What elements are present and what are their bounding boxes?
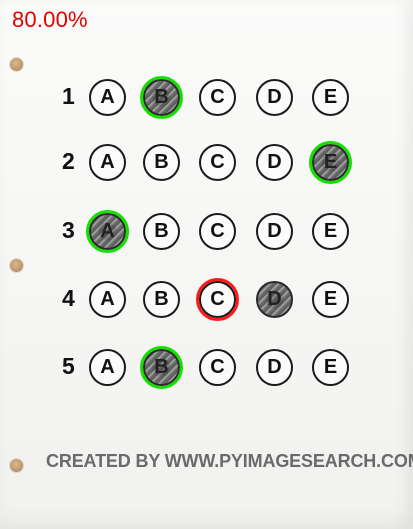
footer-credit: CREATED BY WWW.PYIMAGESEARCH.COM xyxy=(46,451,413,471)
question-number: 5 xyxy=(62,353,75,379)
answer-bubble-a: A xyxy=(89,213,126,250)
bubble-letter: B xyxy=(154,86,169,108)
score-label: 80.00% xyxy=(12,7,88,32)
bubble-letter: C xyxy=(210,288,225,310)
question-number: 1 xyxy=(62,83,75,109)
bubble-letter: A xyxy=(100,288,115,310)
answer-bubble-c: C xyxy=(199,144,236,181)
question-row: 5 A B C D E xyxy=(62,346,362,391)
answer-bubble-b: B xyxy=(143,349,180,386)
bubble-letter: D xyxy=(267,151,282,173)
bubble-letter: B xyxy=(154,151,169,173)
answer-bubble-b: B xyxy=(143,144,180,181)
bubble-letter: A xyxy=(100,86,115,108)
bubble-letter: D xyxy=(267,288,282,310)
question-number: 4 xyxy=(62,285,75,311)
bubble-letter: E xyxy=(323,288,338,310)
answer-bubble-b: B xyxy=(143,213,180,250)
answer-bubble-d: D xyxy=(256,281,293,318)
answer-bubble-e: E xyxy=(312,349,349,386)
bubble-letter: D xyxy=(267,220,282,242)
question-row: 4 A B C D E xyxy=(62,278,362,323)
question-row: 3 A B C D E xyxy=(62,210,362,255)
question-number: 2 xyxy=(62,148,75,174)
bubble-letter: A xyxy=(100,151,115,173)
answer-bubble-b: B xyxy=(143,79,180,116)
bubble-letter: C xyxy=(210,86,225,108)
bubble-letter: E xyxy=(323,356,338,378)
bubble-letter: A xyxy=(100,220,115,242)
answer-bubble-c: C xyxy=(199,213,236,250)
bubble-letter: C xyxy=(210,151,225,173)
answer-bubble-d: D xyxy=(256,213,293,250)
answer-bubble-e: E xyxy=(312,281,349,318)
bubble-letter: C xyxy=(210,220,225,242)
answer-bubble-a: A xyxy=(89,281,126,318)
bubble-letter: D xyxy=(267,86,282,108)
answer-bubble-a: A xyxy=(89,79,126,116)
answer-bubble-a: A xyxy=(89,144,126,181)
bubble-letter: E xyxy=(323,220,338,242)
bubble-letter: B xyxy=(154,220,169,242)
answer-bubble-d: D xyxy=(256,79,293,116)
bubble-letter: C xyxy=(210,356,225,378)
bubble-letter: A xyxy=(100,356,115,378)
question-number: 3 xyxy=(62,217,75,243)
answer-bubble-e: E xyxy=(312,213,349,250)
bubble-letter: B xyxy=(154,356,169,378)
answer-bubble-e: E xyxy=(312,144,349,181)
answer-bubble-c: C xyxy=(199,349,236,386)
answer-bubble-b: B xyxy=(143,281,180,318)
bubble-letter: E xyxy=(323,151,338,173)
answer-bubble-c: C xyxy=(199,79,236,116)
bubble-letter: B xyxy=(154,288,169,310)
answer-bubble-a: A xyxy=(89,349,126,386)
answer-bubble-e: E xyxy=(312,79,349,116)
answer-bubble-d: D xyxy=(256,349,293,386)
bubble-letter: D xyxy=(267,356,282,378)
binder-hole-icon xyxy=(10,58,23,71)
answer-sheet: 80.00% 1 A B C D E 2 A B C D E 3 A B C D E 4 A B C D E 5 A B C D E CR… xyxy=(0,0,413,529)
binder-hole-icon xyxy=(10,259,23,272)
answer-bubble-d: D xyxy=(256,144,293,181)
question-row: 2 A B C D E xyxy=(62,141,362,186)
answer-bubble-c: C xyxy=(199,281,236,318)
question-row: 1 A B C D E xyxy=(62,76,362,121)
bubble-letter: E xyxy=(323,86,338,108)
binder-hole-icon xyxy=(10,459,23,472)
